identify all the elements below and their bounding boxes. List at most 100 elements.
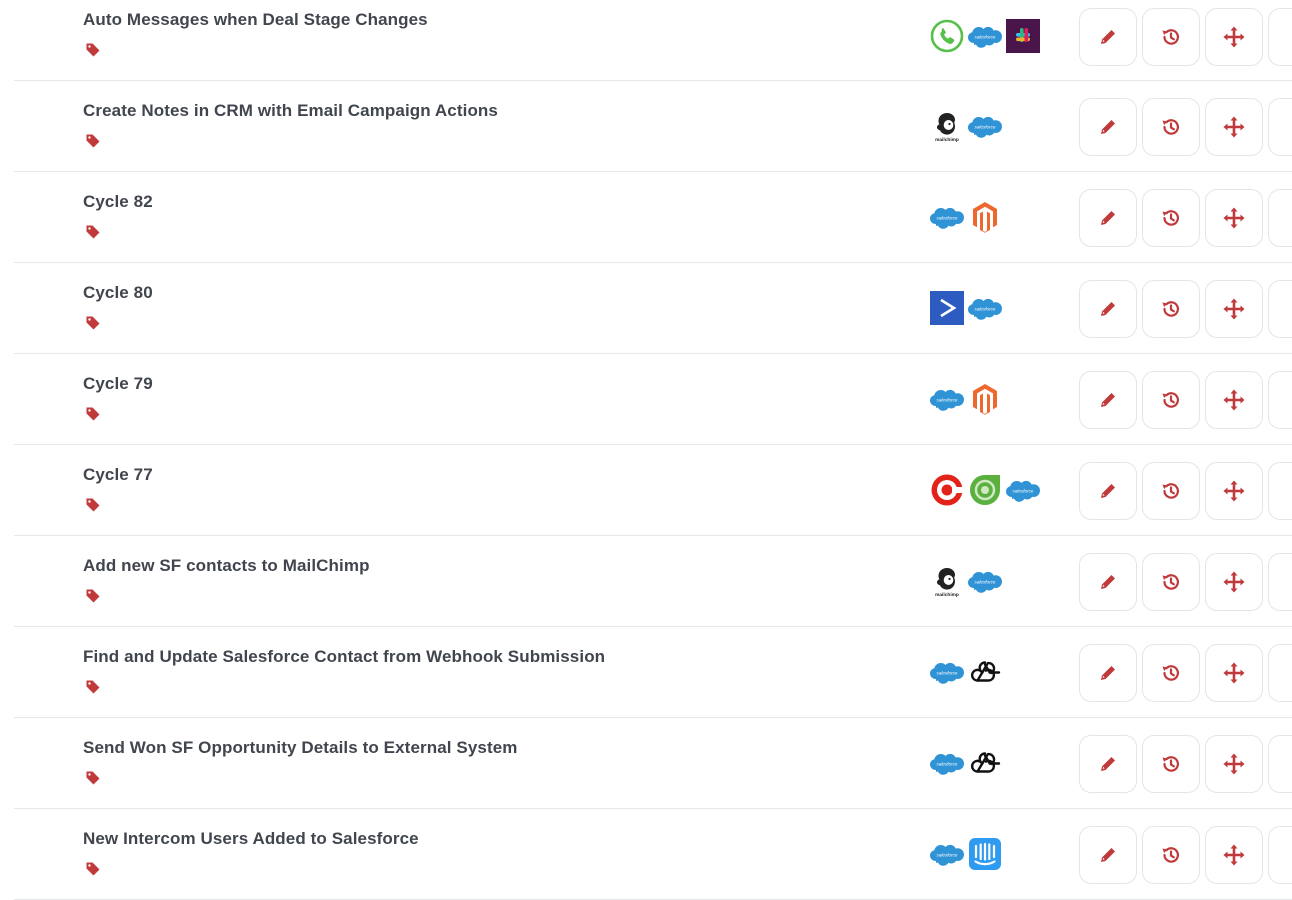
- salesforce-icon: salesforce: [929, 199, 965, 235]
- history-icon: [1160, 571, 1182, 593]
- history-button[interactable]: [1142, 280, 1200, 338]
- move-button[interactable]: [1205, 462, 1263, 520]
- history-button[interactable]: [1142, 735, 1200, 793]
- workflow-row: Cycle 82 salesforce: [14, 172, 1292, 263]
- more-actions-button[interactable]: [1268, 735, 1292, 793]
- more-actions-button[interactable]: [1268, 553, 1292, 611]
- tag-icon[interactable]: [85, 679, 101, 695]
- svg-text:mailchimp: mailchimp: [935, 592, 959, 598]
- edit-button[interactable]: [1079, 553, 1137, 611]
- more-actions-button[interactable]: [1268, 826, 1292, 884]
- workflow-title[interactable]: New Intercom Users Added to Salesforce: [83, 829, 419, 849]
- workflow-title[interactable]: Auto Messages when Deal Stage Changes: [83, 10, 428, 30]
- tag-icon[interactable]: [85, 42, 101, 58]
- more-actions-button[interactable]: [1268, 98, 1292, 156]
- svg-text:salesforce: salesforce: [975, 125, 996, 130]
- workflow-row: New Intercom Users Added to Salesforce s…: [14, 809, 1292, 900]
- row-actions: [1079, 735, 1292, 793]
- workflow-title[interactable]: Cycle 82: [83, 192, 153, 212]
- workflow-row: Add new SF contacts to MailChimp mailchi…: [14, 536, 1292, 627]
- move-button[interactable]: [1205, 553, 1263, 611]
- move-button[interactable]: [1205, 826, 1263, 884]
- pencil-icon: [1098, 208, 1118, 228]
- workflow-title[interactable]: Cycle 79: [83, 374, 153, 394]
- move-button[interactable]: [1205, 189, 1263, 247]
- pencil-icon: [1098, 481, 1118, 501]
- workflow-title[interactable]: Cycle 80: [83, 283, 153, 303]
- tag-icon[interactable]: [85, 770, 101, 786]
- move-button[interactable]: [1205, 98, 1263, 156]
- more-actions-button[interactable]: [1268, 189, 1292, 247]
- tag-icon[interactable]: [85, 588, 101, 604]
- row-actions: [1079, 644, 1292, 702]
- history-button[interactable]: [1142, 462, 1200, 520]
- move-button[interactable]: [1205, 735, 1263, 793]
- workflow-title[interactable]: Find and Update Salesforce Contact from …: [83, 647, 605, 667]
- workflow-title[interactable]: Add new SF contacts to MailChimp: [83, 556, 370, 576]
- svg-text:salesforce: salesforce: [975, 307, 996, 312]
- activecampaign-icon: [929, 290, 965, 326]
- row-actions: [1079, 826, 1292, 884]
- more-actions-button[interactable]: [1268, 371, 1292, 429]
- more-actions-button[interactable]: [1268, 644, 1292, 702]
- edit-button[interactable]: [1079, 826, 1137, 884]
- phone-icon: [929, 18, 965, 54]
- history-button[interactable]: [1142, 8, 1200, 66]
- tag-icon[interactable]: [85, 133, 101, 149]
- mailchimp-icon: mailchimp: [929, 563, 965, 599]
- history-icon: [1160, 753, 1182, 775]
- move-icon: [1222, 206, 1246, 230]
- edit-button[interactable]: [1079, 462, 1137, 520]
- history-button[interactable]: [1142, 553, 1200, 611]
- history-button[interactable]: [1142, 371, 1200, 429]
- more-actions-button[interactable]: [1268, 8, 1292, 66]
- move-button[interactable]: [1205, 644, 1263, 702]
- connected-apps: mailchimp salesforce: [929, 563, 1003, 599]
- workflow-title[interactable]: Create Notes in CRM with Email Campaign …: [83, 101, 498, 121]
- move-icon: [1222, 25, 1246, 49]
- workflow-title[interactable]: Cycle 77: [83, 465, 153, 485]
- row-actions: [1079, 189, 1292, 247]
- history-icon: [1160, 26, 1182, 48]
- edit-button[interactable]: [1079, 189, 1137, 247]
- edit-button[interactable]: [1079, 8, 1137, 66]
- edit-button[interactable]: [1079, 371, 1137, 429]
- tag-icon[interactable]: [85, 406, 101, 422]
- svg-text:salesforce: salesforce: [1013, 489, 1034, 494]
- pencil-icon: [1098, 27, 1118, 47]
- move-button[interactable]: [1205, 8, 1263, 66]
- history-button[interactable]: [1142, 644, 1200, 702]
- edit-button[interactable]: [1079, 644, 1137, 702]
- move-button[interactable]: [1205, 280, 1263, 338]
- svg-text:salesforce: salesforce: [975, 580, 996, 585]
- tag-icon[interactable]: [85, 224, 101, 240]
- salesforce-icon: salesforce: [929, 836, 965, 872]
- workflow-title[interactable]: Send Won SF Opportunity Details to Exter…: [83, 738, 517, 758]
- edit-button[interactable]: [1079, 280, 1137, 338]
- tag-icon[interactable]: [85, 315, 101, 331]
- pencil-icon: [1098, 117, 1118, 137]
- history-button[interactable]: [1142, 189, 1200, 247]
- connected-apps: salesforce: [929, 745, 1003, 781]
- move-icon: [1222, 752, 1246, 776]
- svg-text:salesforce: salesforce: [937, 216, 958, 221]
- salesforce-icon: salesforce: [1005, 472, 1041, 508]
- workflow-row: Create Notes in CRM with Email Campaign …: [14, 81, 1292, 172]
- tag-icon[interactable]: [85, 861, 101, 877]
- salesforce-icon: salesforce: [967, 18, 1003, 54]
- move-button[interactable]: [1205, 371, 1263, 429]
- tag-icon[interactable]: [85, 497, 101, 513]
- move-icon: [1222, 479, 1246, 503]
- history-icon: [1160, 207, 1182, 229]
- pencil-icon: [1098, 663, 1118, 683]
- edit-button[interactable]: [1079, 98, 1137, 156]
- connected-apps: mailchimp salesforce: [929, 108, 1003, 144]
- salesforce-icon: salesforce: [929, 654, 965, 690]
- more-actions-button[interactable]: [1268, 462, 1292, 520]
- move-icon: [1222, 570, 1246, 594]
- history-button[interactable]: [1142, 826, 1200, 884]
- history-button[interactable]: [1142, 98, 1200, 156]
- history-icon: [1160, 116, 1182, 138]
- edit-button[interactable]: [1079, 735, 1137, 793]
- more-actions-button[interactable]: [1268, 280, 1292, 338]
